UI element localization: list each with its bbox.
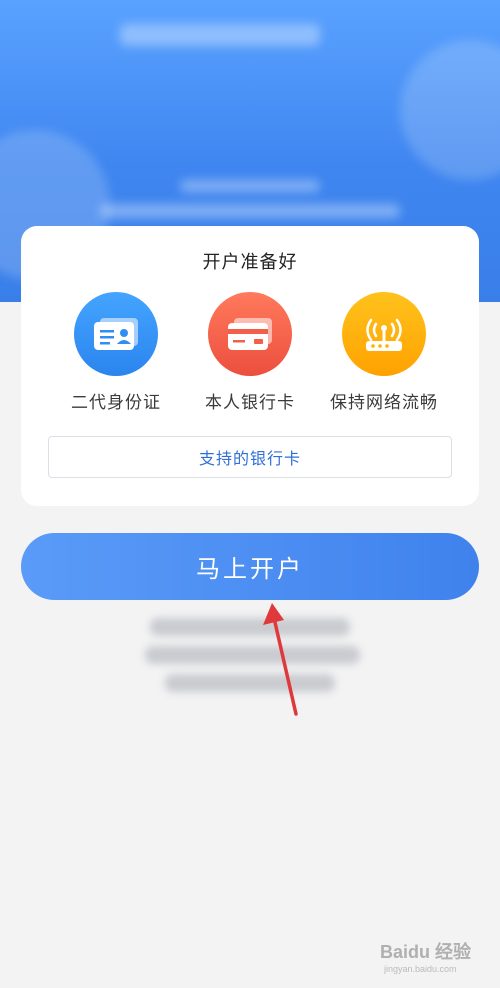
- bank-card-icon: [208, 292, 292, 376]
- fine-print-line: [165, 674, 335, 692]
- fine-print-line: [150, 618, 350, 636]
- open-account-button[interactable]: 马上开户: [21, 533, 479, 600]
- fine-print-line: [145, 646, 360, 664]
- preparation-card: 开户准备好 二代身份证 本人银行卡 保持网络流畅 支持的银行卡: [21, 226, 479, 506]
- card-title: 开户准备好: [202, 252, 298, 273]
- requirement-bank-card: 本人银行卡: [175, 292, 325, 413]
- requirement-network: 保持网络流畅: [309, 292, 459, 413]
- requirement-id-card: 二代身份证: [41, 292, 191, 413]
- baidu-jingyan-watermark: Baidu 经验 jingyan.baidu.com: [380, 938, 490, 984]
- watermark-logo: Baidu 经验: [380, 942, 472, 962]
- router-icon: [342, 292, 426, 376]
- bank-card-label: 本人银行卡: [205, 393, 295, 413]
- id-card-label: 二代身份证: [71, 393, 161, 413]
- watermark-url: jingyan.baidu.com: [384, 964, 457, 974]
- id-card-icon: [74, 292, 158, 376]
- supported-banks-button[interactable]: 支持的银行卡: [48, 436, 452, 478]
- network-label: 保持网络流畅: [330, 393, 438, 413]
